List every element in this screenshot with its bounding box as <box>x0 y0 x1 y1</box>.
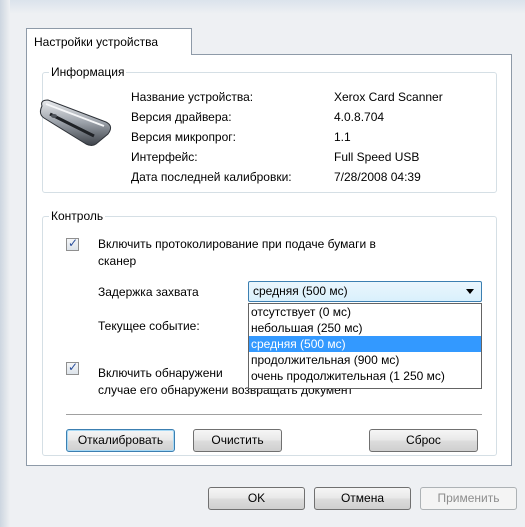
detect-checkbox[interactable]: ✓ <box>66 360 79 375</box>
separator <box>66 414 482 416</box>
chevron-down-icon <box>466 289 474 294</box>
control-group-title: Контроль <box>49 209 106 223</box>
logging-checkbox[interactable]: ✓ <box>66 236 79 251</box>
capture-delay-select[interactable]: средняя (500 мс) <box>248 281 482 302</box>
cancel-button[interactable]: Отмена <box>314 487 411 510</box>
dropdown-option[interactable]: небольшая (250 мс) <box>249 320 481 336</box>
scanner-icon <box>39 99 112 146</box>
calibrate-button[interactable]: Откалибровать <box>66 429 175 452</box>
dropdown-option[interactable]: очень продолжительная (1 250 мс) <box>249 368 481 384</box>
ok-button[interactable]: OK <box>208 487 305 510</box>
dropdown-option[interactable]: отсутствует (0 мс) <box>249 304 481 320</box>
checkmark-icon: ✓ <box>68 236 79 250</box>
window-frame-left <box>0 0 10 527</box>
checkmark-icon: ✓ <box>68 360 79 374</box>
capture-delay-selected: средняя (500 мс) <box>253 284 348 298</box>
capture-delay-dropdown-list: отсутствует (0 мс) небольшая (250 мс) ср… <box>248 303 482 389</box>
capture-delay-label: Задержка захвата <box>98 285 199 299</box>
reset-button[interactable]: Сброс <box>369 429 478 452</box>
current-event-label: Текущее событие: <box>98 319 200 333</box>
tab-device-settings[interactable]: Настройки устройства <box>26 28 192 55</box>
window-frame-top <box>0 0 525 14</box>
apply-button[interactable]: Применить <box>420 487 517 510</box>
dropdown-option[interactable]: продолжительная (900 мс) <box>249 352 481 368</box>
dropdown-option-selected[interactable]: средняя (500 мс) <box>249 336 481 352</box>
clear-button[interactable]: Очистить <box>193 429 282 452</box>
tab-label: Настройки устройства <box>34 35 158 49</box>
info-group-title: Информация <box>49 65 127 79</box>
logging-checkbox-label: Включить протоколирование при подаче бум… <box>98 237 376 268</box>
